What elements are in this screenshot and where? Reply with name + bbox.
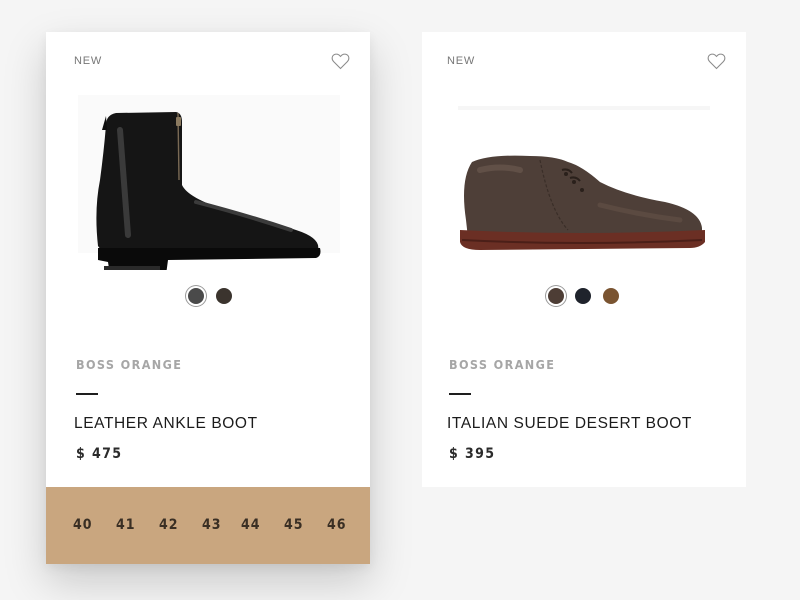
heart-icon[interactable] — [707, 52, 726, 70]
product-price: $ 475 — [76, 446, 123, 462]
color-swatch[interactable] — [603, 288, 619, 304]
size-option[interactable]: 40 — [73, 517, 93, 533]
brand-label: BOSS ORANGE — [76, 357, 183, 372]
size-option[interactable]: 41 — [116, 517, 136, 533]
product-card-leather-ankle-boot[interactable]: NEW BOSS ORANGE LEATHER ANKLE BOOT $ 475… — [46, 32, 370, 564]
color-swatch[interactable] — [216, 288, 232, 304]
divider — [76, 393, 98, 395]
brand-label: BOSS ORANGE — [449, 357, 556, 372]
color-swatch[interactable] — [548, 288, 564, 304]
product-card-suede-desert-boot[interactable]: NEW BOSS ORANGE ITALIAN SUEDE DESERT BOO… — [422, 32, 746, 487]
size-option[interactable]: 42 — [159, 517, 179, 533]
size-option[interactable]: 43 — [202, 517, 222, 533]
product-name[interactable]: LEATHER ANKLE BOOT — [74, 415, 258, 433]
size-option[interactable]: 45 — [284, 517, 304, 533]
divider — [449, 393, 471, 395]
size-selector: 40 41 42 43 44 45 46 — [46, 487, 370, 564]
product-name[interactable]: ITALIAN SUEDE DESERT BOOT — [447, 415, 692, 433]
size-option[interactable]: 44 — [241, 517, 261, 533]
heart-icon[interactable] — [331, 52, 350, 70]
color-swatch[interactable] — [188, 288, 204, 304]
size-option[interactable]: 46 — [327, 517, 347, 533]
color-swatches — [46, 285, 370, 309]
new-badge: NEW — [447, 55, 476, 67]
leather-ankle-boot-image — [78, 95, 340, 270]
suede-desert-boot-image — [458, 106, 710, 250]
color-swatch[interactable] — [575, 288, 591, 304]
new-badge: NEW — [74, 55, 103, 67]
product-price: $ 395 — [449, 446, 496, 462]
color-swatches — [422, 285, 746, 309]
